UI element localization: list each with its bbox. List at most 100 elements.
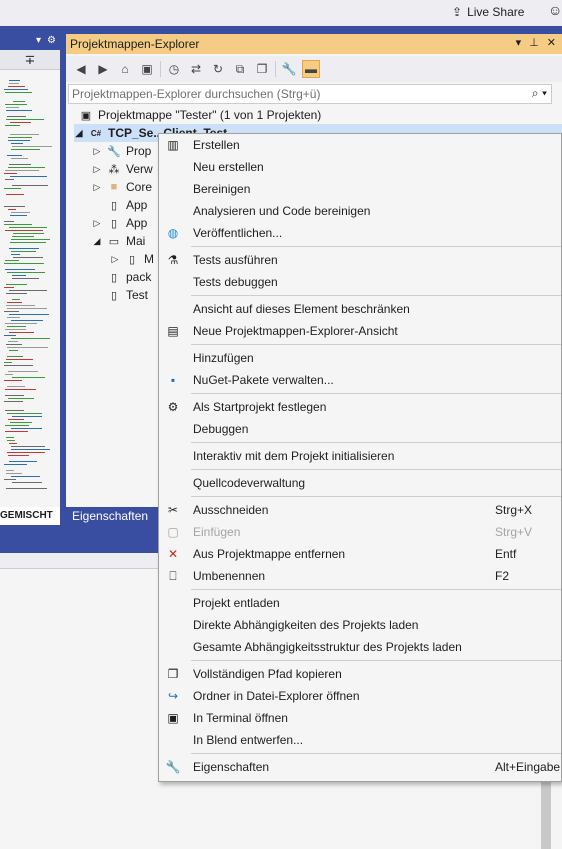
code-minimap[interactable] — [4, 80, 56, 500]
minimap-line — [10, 134, 39, 135]
minimap-line — [5, 395, 24, 396]
search-icon[interactable]: ⌕ ▾ — [532, 86, 547, 101]
collapsed-arrow-icon[interactable]: ▷ — [92, 164, 102, 175]
collapse-all-icon[interactable]: ⧉ — [231, 60, 249, 78]
menu-item-umbenennen[interactable]: ⎕ Umbenennen F2 — [159, 565, 561, 587]
preview-icon[interactable]: ▬ — [302, 60, 320, 78]
properties-icon[interactable]: 🔧 — [280, 60, 298, 78]
tree-item[interactable]: ◢ ▭ Mai — [92, 232, 146, 250]
tree-item[interactable]: ▯ pack — [106, 268, 151, 286]
pending-changes-icon[interactable]: ◷ — [165, 60, 183, 78]
expand-arrow-icon[interactable]: ◢ — [92, 236, 102, 247]
tree-item[interactable]: ▷ ▯ M — [110, 250, 154, 268]
show-all-files-icon[interactable]: ❐ — [253, 60, 271, 78]
menu-item-label: Direkte Abhängigkeiten des Projekts lade… — [193, 618, 419, 632]
minimap-line — [8, 140, 30, 141]
solution-search-input[interactable]: Projektmappen-Explorer durchsuchen (Strg… — [68, 84, 552, 104]
tree-item[interactable]: ▷ 🔧 Prop — [92, 142, 152, 160]
menu-item-hinzufügen[interactable]: Hinzufügen — [159, 347, 561, 369]
menu-item-quellcodeverwaltung[interactable]: Quellcodeverwaltung — [159, 472, 561, 494]
gear-icon: ⚙ — [167, 400, 179, 414]
minimap-line — [8, 209, 16, 210]
menu-item-projekt-entladen[interactable]: Projekt entladen — [159, 592, 561, 614]
menu-item-ordner-in-datei-explorer-öffnen[interactable]: ↪ Ordner in Datei-Explorer öffnen — [159, 685, 561, 707]
minimap-line — [7, 347, 48, 348]
tree-item[interactable]: ▷ ■ Core — [92, 178, 152, 196]
menu-item-veröffentlichen[interactable]: ◍ Veröffentlichen... — [159, 222, 561, 244]
dropdown-icon[interactable]: ▾ — [36, 35, 41, 46]
tab-properties[interactable]: Eigenschaften — [66, 509, 154, 523]
tree-item[interactable]: ▷ ▯ App — [92, 214, 148, 232]
forward-icon[interactable]: ▶ — [94, 60, 112, 78]
minimap-line — [5, 323, 37, 324]
menu-item-eigenschaften[interactable]: 🔧 Eigenschaften Alt+Eingabe — [159, 756, 561, 778]
minimap-line — [7, 326, 26, 327]
menu-item-nuget-pakete-verwalten[interactable]: ▪ NuGet-Pakete verwalten... — [159, 369, 561, 391]
minimap-line — [7, 440, 15, 441]
menu-item-bereinigen[interactable]: Bereinigen — [159, 178, 561, 200]
menu-item-interaktiv-mit-dem-projekt-initialisieren[interactable]: Interaktiv mit dem Projekt initialisiere… — [159, 445, 561, 467]
menu-item-label: In Terminal öffnen — [193, 711, 288, 725]
file-icon: ▯ — [110, 271, 118, 284]
menu-item-aus-projektmappe-entfernen[interactable]: ✕ Aus Projektmappe entfernen Entf — [159, 543, 561, 565]
home-icon[interactable]: ⌂ — [116, 60, 134, 78]
window-position-icon[interactable]: ▾ — [516, 36, 522, 49]
menu-item-ansicht-auf-dieses-element-beschränken[interactable]: Ansicht auf dieses Element beschränken — [159, 298, 561, 320]
live-share-label: Live Share — [467, 5, 525, 19]
user-icon[interactable]: ☺ — [548, 2, 562, 18]
menu-item-label: Eigenschaften — [193, 760, 270, 774]
menu-item-label: Ordner in Datei-Explorer öffnen — [193, 689, 360, 703]
menu-item-vollständigen-pfad-kopieren[interactable]: ❐ Vollständigen Pfad kopieren — [159, 663, 561, 685]
gear-icon[interactable]: ⚙ — [47, 35, 56, 46]
menu-item-neu-erstellen[interactable]: Neu erstellen — [159, 156, 561, 178]
menu-item-erstellen[interactable]: ▥ Erstellen — [159, 134, 561, 156]
menu-item-in-terminal-öffnen[interactable]: ▣ In Terminal öffnen — [159, 707, 561, 729]
menu-item-debuggen[interactable]: Debuggen — [159, 418, 561, 440]
title-bar: ⇪ Live Share ☺ — [0, 0, 562, 26]
menu-item-ausschneiden[interactable]: ✂ Ausschneiden Strg+X — [159, 499, 561, 521]
minimap-line — [4, 221, 14, 222]
menu-item-neue-projektmappen-explorer-ansicht[interactable]: ▤ Neue Projektmappen-Explorer-Ansicht — [159, 320, 561, 342]
tree-item-solution[interactable]: ▣ Projektmappe "Tester" (1 von 1 Projekt… — [78, 106, 322, 124]
close-icon[interactable]: ✕ — [547, 36, 556, 49]
minimap-line — [6, 194, 24, 195]
sync-icon[interactable]: ⇄ — [187, 60, 205, 78]
minimap-line — [11, 449, 50, 450]
menu-item-tests-debuggen[interactable]: Tests debuggen — [159, 271, 561, 293]
tree-item[interactable]: ▯ App — [106, 196, 147, 214]
switch-views-icon[interactable]: ▣ — [138, 60, 156, 78]
minimap-line — [11, 320, 43, 321]
minimap-line — [9, 350, 18, 351]
refresh-icon[interactable]: ↻ — [209, 60, 227, 78]
search-placeholder: Projektmappen-Explorer durchsuchen (Strg… — [72, 87, 321, 101]
minimap-line — [6, 107, 19, 108]
minimap-line — [4, 287, 14, 288]
tree-item[interactable]: ▷ ⁂ Verw — [92, 160, 153, 178]
minimap-line — [7, 155, 22, 156]
menu-item-shortcut: Strg+X — [495, 503, 533, 517]
menu-item-in-blend-entwerfen[interactable]: In Blend entwerfen... — [159, 729, 561, 751]
menu-item-label: Umbenennen — [193, 569, 266, 583]
share-icon: ⇪ — [452, 5, 463, 19]
minimap-line — [12, 275, 26, 276]
file-icon: ▯ — [110, 289, 118, 302]
minimap-line — [5, 329, 26, 330]
menu-item-direkte-abhängigkeiten-des-projekts-laden[interactable]: Direkte Abhängigkeiten des Projekts lade… — [159, 614, 561, 636]
collapsed-arrow-icon[interactable]: ▷ — [92, 182, 102, 193]
pin-icon[interactable]: ⊥ — [529, 36, 539, 49]
split-icon[interactable]: ∓ — [0, 50, 60, 70]
left-panel-tab[interactable]: GEMISCHT — [0, 507, 60, 525]
expand-arrow-icon[interactable]: ◢ — [74, 128, 84, 139]
back-icon[interactable]: ◀ — [72, 60, 90, 78]
tree-item-label: App — [126, 216, 148, 230]
collapsed-arrow-icon[interactable]: ▷ — [92, 146, 102, 157]
menu-item-als-startprojekt-festlegen[interactable]: ⚙ Als Startprojekt festlegen — [159, 396, 561, 418]
minimap-line — [10, 176, 47, 177]
live-share-button[interactable]: ⇪ Live Share — [452, 2, 524, 22]
menu-item-analysieren-und-code-bereinigen[interactable]: Analysieren und Code bereinigen — [159, 200, 561, 222]
menu-item-tests-ausführen[interactable]: ⚗ Tests ausführen — [159, 249, 561, 271]
collapsed-arrow-icon[interactable]: ▷ — [92, 218, 102, 229]
collapsed-arrow-icon[interactable]: ▷ — [110, 254, 120, 265]
menu-item-gesamte-abhängigkeitsstruktur-des-projekts-laden[interactable]: Gesamte Abhängigkeitsstruktur des Projek… — [159, 636, 561, 658]
tree-item[interactable]: ▯ Test — [106, 286, 148, 304]
